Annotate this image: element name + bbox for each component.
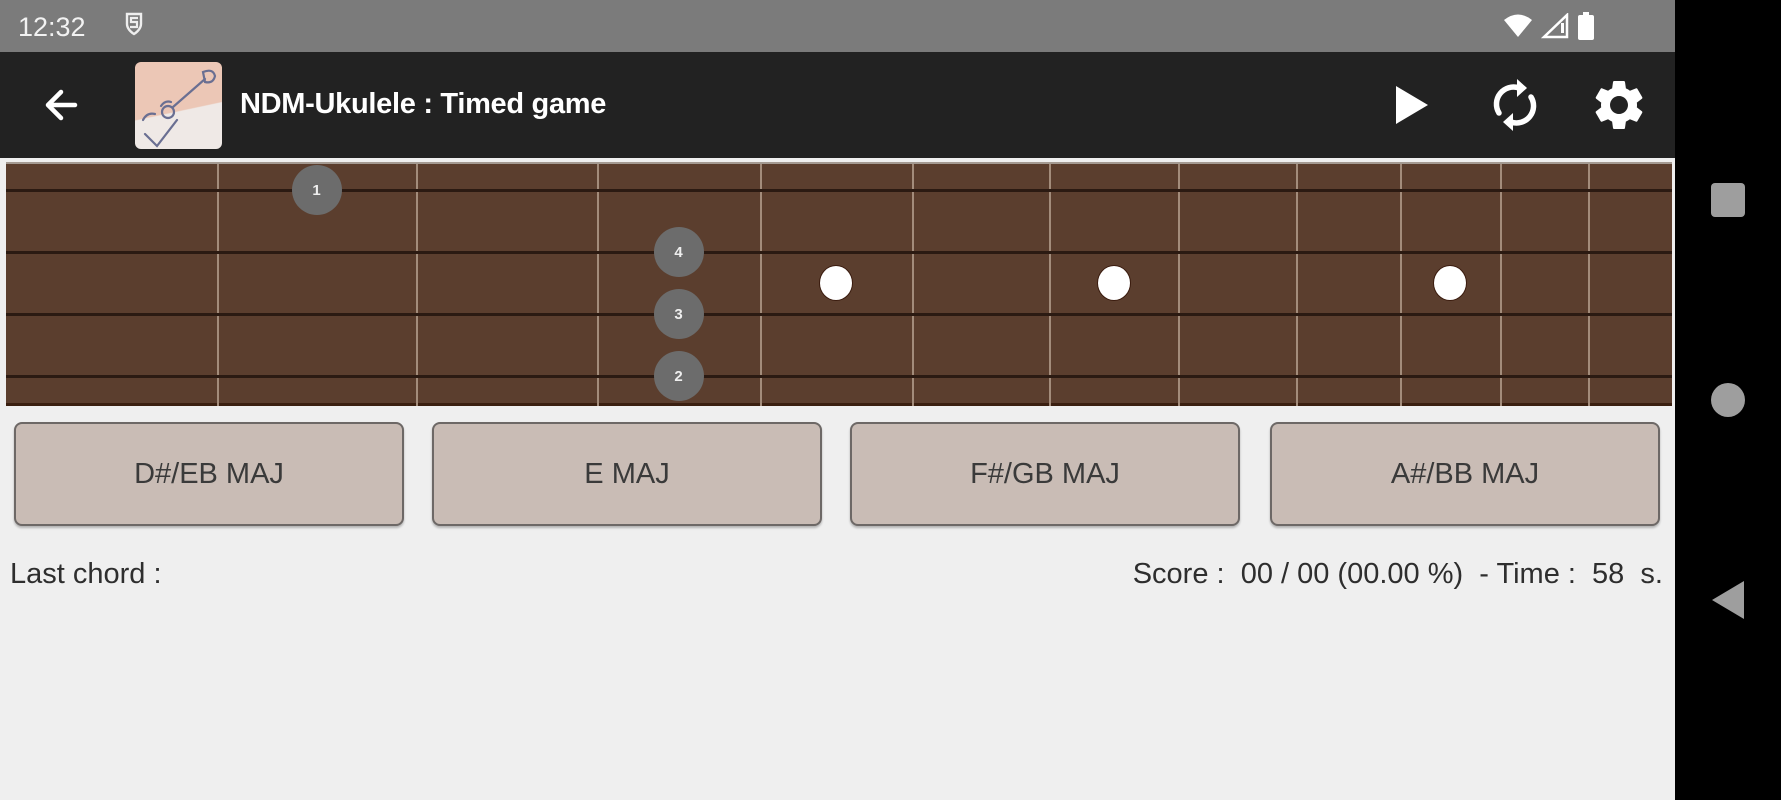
back-button[interactable] bbox=[36, 80, 86, 130]
fret-inlay-dot bbox=[1434, 266, 1466, 300]
fret-wire bbox=[1400, 164, 1402, 406]
ukulele-string bbox=[6, 313, 1672, 316]
fretboard-edge bbox=[6, 403, 1672, 406]
chord-choice-button[interactable]: F#/GB MAJ bbox=[850, 422, 1240, 526]
home-button[interactable] bbox=[1675, 360, 1781, 440]
fret-wire bbox=[1049, 164, 1051, 406]
fret-wire bbox=[1500, 164, 1502, 406]
wifi-icon bbox=[1503, 13, 1533, 44]
finger-position-marker: 3 bbox=[653, 289, 704, 339]
fret-wire bbox=[912, 164, 914, 406]
page-title: NDM-Ukulele : Timed game bbox=[240, 88, 607, 120]
fret-wire bbox=[1178, 164, 1180, 406]
fret-wire bbox=[1296, 164, 1298, 406]
settings-button[interactable] bbox=[1588, 74, 1650, 136]
app-toolbar: NDM-Ukulele : Timed game bbox=[0, 52, 1675, 158]
fret-wire bbox=[760, 164, 762, 406]
recents-button[interactable] bbox=[1675, 160, 1781, 240]
status-bar: 12:32 bbox=[0, 0, 1675, 52]
score-and-timer: Score : 00 / 00 (00.00 %) - Time : 58 s. bbox=[1132, 558, 1663, 590]
play-icon bbox=[1396, 86, 1428, 124]
last-chord-label-text: Last chord : bbox=[10, 558, 162, 590]
fret-wire bbox=[217, 164, 219, 406]
cellular-signal-icon bbox=[1540, 12, 1569, 44]
gear-icon bbox=[1595, 80, 1643, 129]
fret-wire bbox=[597, 164, 599, 406]
system-back-button[interactable] bbox=[1675, 560, 1781, 640]
last-chord-label: Last chord : bbox=[10, 558, 162, 591]
s-shield-icon bbox=[123, 10, 145, 45]
status-icons bbox=[1503, 12, 1595, 45]
status-time: 12:32 bbox=[18, 12, 86, 42]
system-nav-bar bbox=[1675, 0, 1781, 800]
chord-choice-button[interactable]: E MAJ bbox=[432, 422, 822, 526]
finger-position-marker: 1 bbox=[291, 165, 342, 215]
finger-position-marker: 2 bbox=[653, 351, 704, 401]
restart-button[interactable] bbox=[1484, 74, 1546, 136]
ukulele-string bbox=[6, 251, 1672, 254]
arrow-left-icon bbox=[45, 89, 78, 121]
refresh-icon bbox=[1493, 79, 1537, 131]
square-icon bbox=[1711, 183, 1745, 217]
fret-inlay-dot bbox=[820, 266, 852, 300]
ukulele-fretboard: 1 4 3 2 bbox=[6, 162, 1672, 406]
app-screen: 12:32 NDM-Ukulele : Timed game 1 4 3 2 D… bbox=[0, 0, 1675, 800]
chord-choice-button[interactable]: A#/BB MAJ bbox=[1270, 422, 1660, 526]
ukulele-string bbox=[6, 375, 1672, 378]
fret-inlay-dot bbox=[1097, 266, 1130, 300]
circle-icon bbox=[1711, 383, 1745, 417]
fret-wire bbox=[1588, 164, 1590, 406]
chord-choice-button[interactable]: D#/EB MAJ bbox=[14, 422, 404, 526]
play-button[interactable] bbox=[1380, 74, 1442, 136]
triangle-back-icon bbox=[1712, 581, 1744, 619]
battery-icon bbox=[1577, 12, 1595, 45]
ukulele-string bbox=[6, 189, 1672, 192]
ukulele-app-icon bbox=[135, 62, 222, 149]
fret-wire bbox=[416, 164, 418, 406]
finger-position-marker: 4 bbox=[653, 227, 704, 277]
